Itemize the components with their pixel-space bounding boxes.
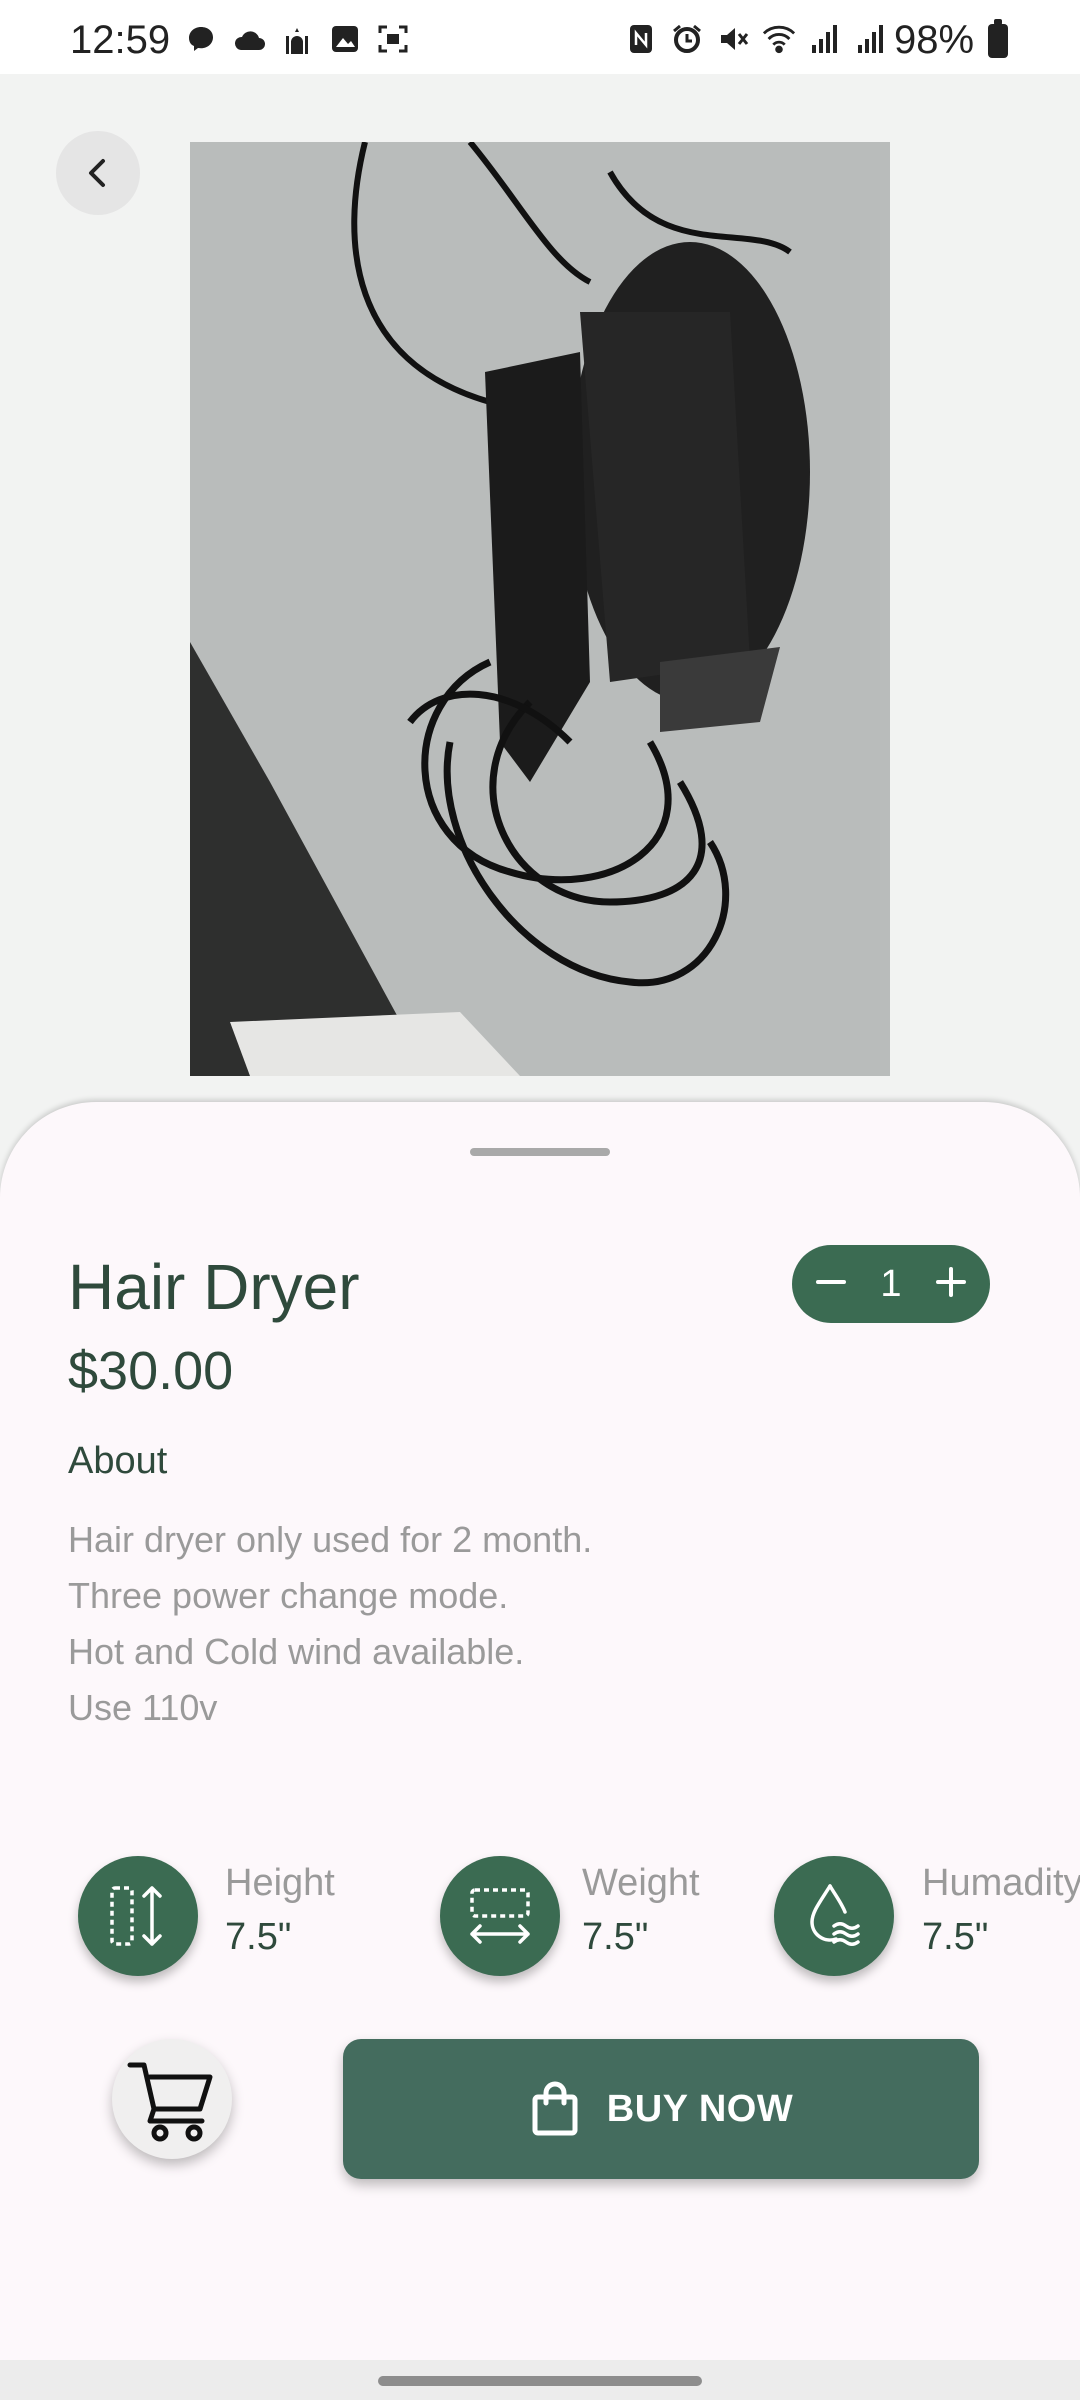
about-heading: About: [68, 1440, 168, 1482]
spec-value: 7.5": [225, 1916, 292, 1958]
buy-now-label: BUY NOW: [606, 2087, 794, 2130]
decrease-quantity-button[interactable]: [814, 1265, 848, 1304]
alarm-icon: [670, 22, 704, 56]
specs-row: Height 7.5" Weight 7.5" Humadity 7.5": [0, 1852, 1080, 1982]
spec-value: 7.5": [582, 1916, 649, 1958]
cart-icon: [127, 2062, 213, 2142]
about-line: Hot and Cold wind available.: [68, 1631, 525, 1672]
height-icon: [78, 1856, 198, 1976]
screen-capture-icon: [376, 22, 410, 56]
about-line: Use 110v: [68, 1687, 218, 1728]
system-icons: [624, 22, 888, 56]
gallery-icon: [328, 22, 362, 56]
messenger-icon: [184, 22, 218, 56]
status-bar: 12:59 98%: [0, 0, 1080, 74]
navigation-bar: [0, 2360, 1080, 2400]
buy-now-button[interactable]: BUY NOW: [343, 2039, 979, 2179]
spec-label: Humadity: [922, 1862, 1080, 1904]
chevron-left-icon: [89, 159, 105, 187]
signal-icon: [854, 22, 888, 56]
nfc-icon: [624, 22, 658, 56]
plus-icon: [935, 1266, 966, 1297]
width-icon: [440, 1856, 560, 1976]
increase-quantity-button[interactable]: [934, 1265, 968, 1304]
spec-value: 7.5": [922, 1916, 989, 1958]
mute-icon: [716, 22, 750, 56]
drag-handle[interactable]: [470, 1148, 610, 1156]
wifi-icon: [762, 22, 796, 56]
spec-label: Height: [225, 1862, 335, 1904]
home-gesture-handle[interactable]: [378, 2376, 702, 2386]
product-price: $30.00: [68, 1341, 234, 1401]
add-to-cart-button[interactable]: [112, 2039, 232, 2159]
battery-icon: [988, 19, 1008, 58]
about-description: Hair dryer only used for 2 month. Three …: [68, 1512, 592, 1736]
signal-icon: [808, 22, 842, 56]
about-line: Hair dryer only used for 2 month.: [68, 1519, 593, 1560]
shopping-bag-icon: [532, 2081, 578, 2136]
quantity-value: 1: [880, 1262, 902, 1305]
humidity-icon: [774, 1856, 894, 1976]
about-line: Three power change mode.: [68, 1575, 509, 1616]
back-button[interactable]: [56, 131, 140, 215]
status-time: 12:59: [70, 18, 171, 62]
spec-label: Weight: [582, 1862, 700, 1904]
minus-icon: [816, 1279, 846, 1284]
mosque-icon: [280, 22, 314, 56]
cloud-icon: [232, 22, 266, 56]
product-title: Hair Dryer: [68, 1251, 360, 1323]
product-details-sheet: Hair Dryer $30.00 1 About Hair dryer onl…: [0, 1102, 1080, 2360]
notification-icons: [184, 22, 410, 56]
product-image: [190, 142, 890, 1076]
quantity-stepper: 1: [792, 1245, 990, 1323]
battery-percentage: 98%: [894, 18, 975, 62]
